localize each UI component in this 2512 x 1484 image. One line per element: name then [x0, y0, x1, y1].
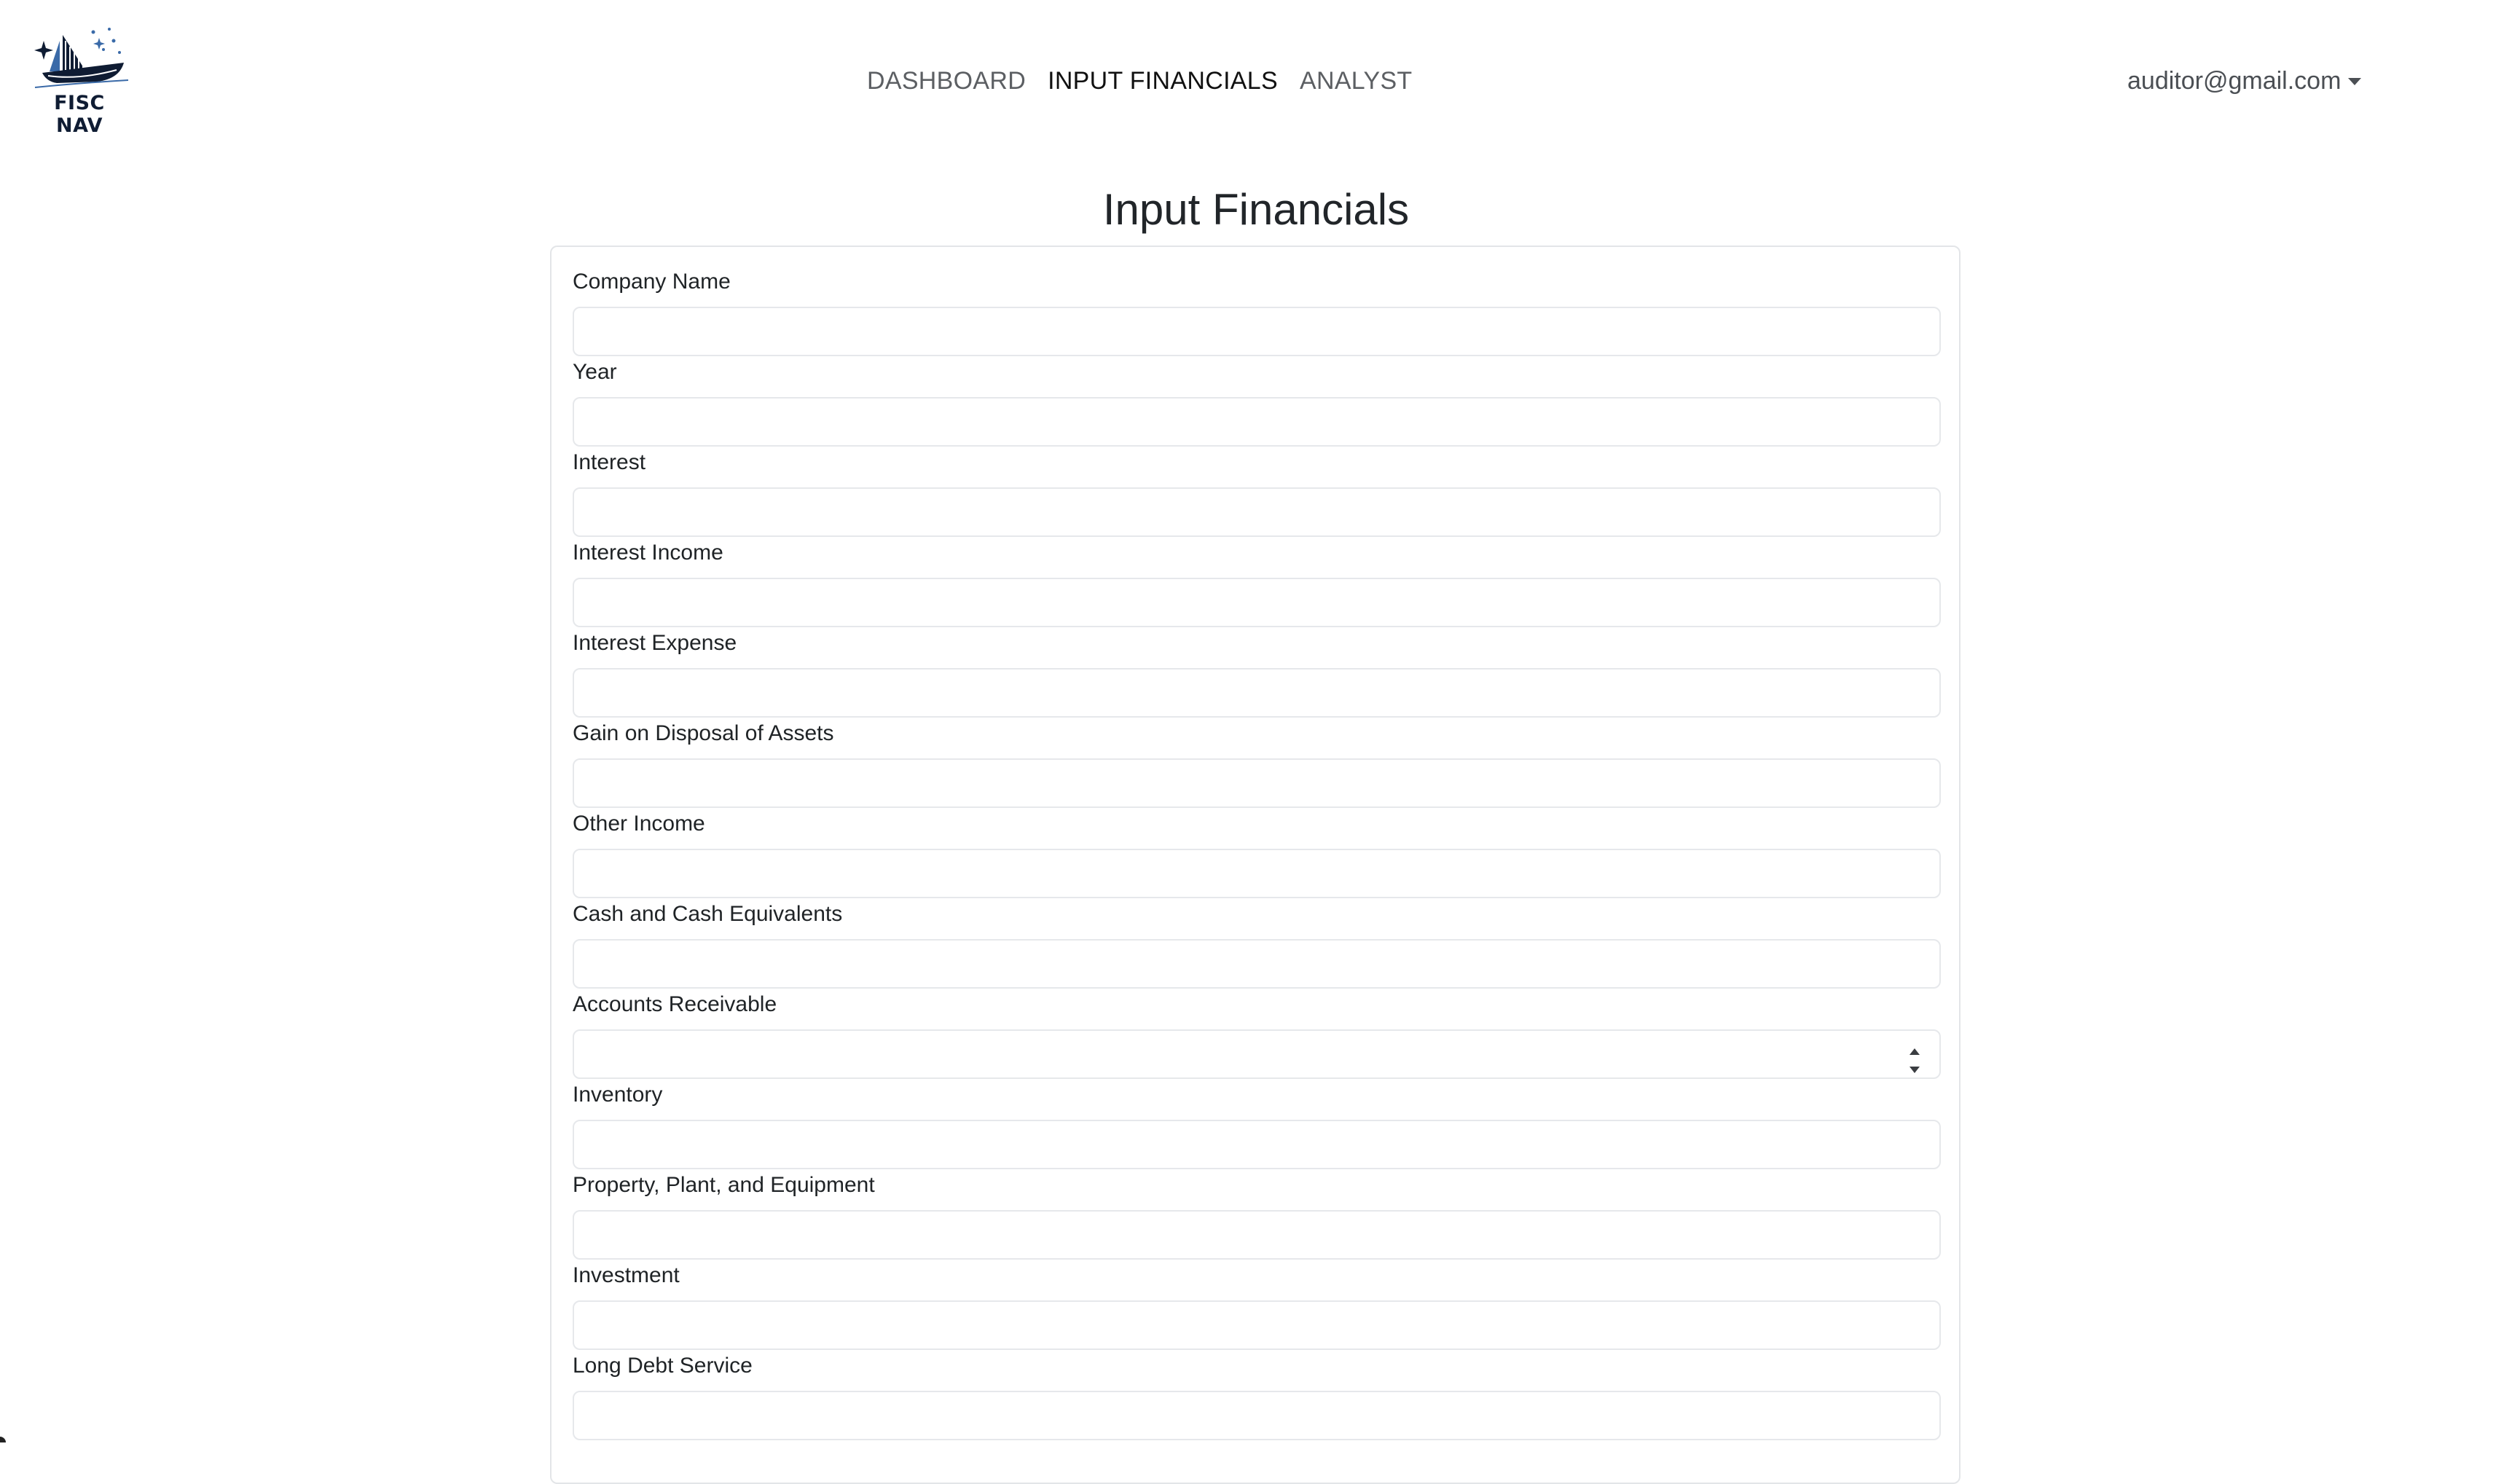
company-name-input[interactable] [573, 307, 1941, 356]
caret-down-icon [2348, 78, 2362, 85]
field-label: Interest [573, 450, 646, 474]
field-label: Interest Income [573, 541, 723, 565]
interest-input[interactable] [573, 487, 1941, 537]
field-label: Property, Plant, and Equipment [573, 1173, 875, 1197]
cash-equivalents-input[interactable] [573, 939, 1941, 989]
other-income-input[interactable] [573, 849, 1941, 898]
sailboat-logo-icon [34, 28, 129, 88]
financials-form: Company Name Year Interest Interest Inco… [550, 246, 1960, 1484]
field-interest: Interest [573, 448, 1941, 537]
field-accounts-receivable: Accounts Receivable [573, 990, 1941, 1079]
page-title: Input Financials [1102, 185, 1410, 234]
brand-name: FISC NAV [54, 92, 105, 137]
user-menu-dropdown[interactable]: auditor@gmail.com [2127, 63, 2362, 99]
field-year: Year [573, 358, 1941, 447]
field-interest-income: Interest Income [573, 538, 1941, 627]
nav-link-dashboard[interactable]: DASHBOARD [867, 67, 1026, 95]
field-label: Company Name [573, 270, 731, 294]
gain-on-disposal-input[interactable] [573, 758, 1941, 808]
nav-link-input-financials[interactable]: INPUT FINANCIALS [1048, 67, 1278, 95]
spin-up-icon[interactable] [1909, 1048, 1920, 1055]
accounts-receivable-input[interactable] [573, 1029, 1941, 1079]
number-spinner[interactable] [1907, 1048, 1922, 1073]
field-label: Interest Expense [573, 631, 737, 655]
ppe-input[interactable] [573, 1210, 1941, 1260]
accounts-receivable-wrap [573, 1029, 1941, 1079]
field-label: Accounts Receivable [573, 992, 777, 1016]
field-other-income: Other Income [573, 809, 1941, 898]
field-investment: Investment [573, 1261, 1941, 1350]
field-label: Long Debt Service [573, 1354, 753, 1378]
field-interest-expense: Interest Expense [573, 629, 1941, 718]
field-long-debt-service: Long Debt Service [573, 1351, 1941, 1440]
field-label: Cash and Cash Equivalents [573, 902, 843, 926]
field-ppe: Property, Plant, and Equipment [573, 1171, 1941, 1260]
investment-input[interactable] [573, 1300, 1941, 1350]
main-nav: DASHBOARD INPUT FINANCIALS ANALYST [867, 63, 1413, 99]
field-label: Other Income [573, 812, 705, 836]
year-input[interactable] [573, 397, 1941, 447]
field-cash-equivalents: Cash and Cash Equivalents [573, 900, 1941, 989]
field-inventory: Inventory [573, 1080, 1941, 1169]
user-email: auditor@gmail.com [2127, 66, 2342, 95]
field-label: Gain on Disposal of Assets [573, 721, 834, 745]
field-gain-on-disposal: Gain on Disposal of Assets [573, 719, 1941, 808]
brand-logo-link[interactable]: FISC NAV [28, 25, 131, 137]
window-corner [0, 1437, 6, 1442]
long-debt-service-input[interactable] [573, 1391, 1941, 1440]
nav-link-analyst[interactable]: ANALYST [1300, 67, 1413, 95]
interest-income-input[interactable] [573, 578, 1941, 627]
inventory-input[interactable] [573, 1120, 1941, 1169]
spin-down-icon[interactable] [1909, 1067, 1920, 1073]
field-label: Investment [573, 1263, 680, 1287]
field-company-name: Company Name [573, 267, 1941, 356]
field-label: Year [573, 360, 617, 384]
top-navbar: FISC NAV DASHBOARD INPUT FINANCIALS ANAL… [0, 0, 2512, 162]
interest-expense-input[interactable] [573, 668, 1941, 718]
field-label: Inventory [573, 1083, 663, 1107]
